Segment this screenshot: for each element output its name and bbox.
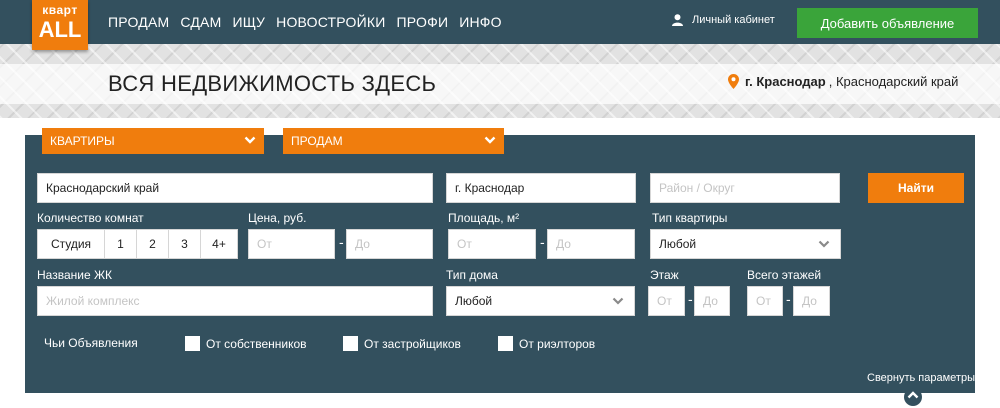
chevron-down-icon — [612, 297, 624, 305]
collapse-handle[interactable] — [904, 388, 922, 406]
checkbox-realtors-box[interactable] — [498, 336, 513, 351]
house-type-label: Тип дома — [446, 268, 498, 282]
area-from-input[interactable]: От — [448, 229, 536, 259]
checkbox-owners[interactable]: От собственников — [185, 336, 307, 351]
room-option-studio[interactable]: Студия — [37, 229, 105, 259]
price-dash: - — [339, 234, 344, 250]
price-from-input[interactable]: От — [248, 229, 335, 259]
owners-label: Чьи Объявления — [44, 336, 138, 350]
checkbox-realtors-label: От риэлторов — [519, 336, 596, 351]
nav-item-new-buildings[interactable]: НОВОСТРОЙКИ — [276, 14, 385, 30]
collapse-params-link[interactable]: Свернуть параметры — [867, 372, 975, 384]
checkbox-developers-box[interactable] — [343, 336, 358, 351]
district-input[interactable]: Район / Округ — [650, 173, 840, 203]
area-label: Площадь, м² — [448, 211, 520, 225]
property-type-value: КВАРТИРЫ — [50, 134, 115, 148]
checkbox-developers-label: От застройщиков — [364, 336, 461, 351]
chevron-down-icon — [244, 136, 256, 144]
room-option-1[interactable]: 1 — [104, 229, 137, 259]
total-floors-label: Всего этажей — [747, 268, 822, 282]
nav-item-search[interactable]: ИЩУ — [232, 14, 265, 30]
floor-from-input[interactable]: От — [648, 286, 685, 316]
site-logo[interactable]: кварт ALL — [32, 0, 88, 50]
total-floors-dash: - — [786, 291, 791, 307]
top-header: кварт ALL ПРОДАМ СДАМ ИЩУ НОВОСТРОЙКИ ПР… — [0, 0, 1000, 50]
nav-item-pro[interactable]: ПРОФИ — [397, 14, 449, 30]
total-floors-to-input[interactable]: До — [793, 286, 830, 316]
cabinet-label: Личный кабинет — [692, 14, 775, 26]
nav-item-info[interactable]: ИНФО — [459, 14, 502, 30]
checkbox-developers[interactable]: От застройщиков — [343, 336, 461, 351]
apartment-type-label: Тип квартиры — [652, 211, 728, 225]
deal-type-dropdown[interactable]: ПРОДАМ — [283, 128, 504, 154]
house-type-value: Любой — [455, 294, 493, 308]
checkbox-realtors[interactable]: От риэлторов — [498, 336, 595, 351]
main-nav: ПРОДАМ СДАМ ИЩУ НОВОСТРОЙКИ ПРОФИ ИНФО — [108, 0, 513, 44]
deal-type-value: ПРОДАМ — [291, 134, 343, 148]
nav-item-rent[interactable]: СДАМ — [180, 14, 221, 30]
complex-label: Название ЖК — [37, 268, 113, 282]
cabinet-link[interactable]: Личный кабинет — [672, 14, 775, 26]
floor-to-input[interactable]: До — [694, 286, 730, 316]
location-pin-icon — [728, 74, 739, 89]
page-title: ВСЯ НЕДВИЖИМОСТЬ ЗДЕСЬ — [108, 71, 437, 96]
logo-line1: кварт — [42, 3, 78, 17]
apartment-type-select[interactable]: Любой — [650, 229, 841, 259]
rooms-label: Количество комнат — [37, 211, 144, 225]
price-to-input[interactable]: До — [346, 229, 433, 259]
room-option-2[interactable]: 2 — [136, 229, 169, 259]
apartment-type-value: Любой — [659, 237, 697, 251]
checkbox-owners-box[interactable] — [185, 336, 200, 351]
location-city: г. Краснодар — [745, 74, 826, 89]
price-label: Цена, руб. — [248, 211, 307, 225]
logo-line2: ALL — [38, 17, 82, 42]
city-input[interactable]: г. Краснодар — [446, 173, 636, 203]
chevron-down-icon — [818, 240, 830, 248]
rooms-selector: Студия 1 2 3 4+ — [37, 229, 238, 259]
add-listing-button[interactable]: Добавить объявление — [797, 8, 978, 38]
user-icon — [672, 14, 683, 26]
hero-banner: ВСЯ НЕДВИЖИМОСТЬ ЗДЕСЬ г. Краснодар , Кр… — [0, 44, 1000, 118]
room-option-4plus[interactable]: 4+ — [200, 229, 238, 259]
house-type-select[interactable]: Любой — [446, 286, 635, 316]
location-region: , Краснодарский край — [828, 74, 959, 89]
nav-item-sell[interactable]: ПРОДАМ — [108, 14, 169, 30]
search-button[interactable]: Найти — [868, 173, 964, 203]
floor-dash: - — [688, 291, 693, 307]
region-input[interactable]: Краснодарский край — [37, 173, 433, 203]
chevron-down-icon — [484, 136, 496, 144]
location-selector[interactable]: г. Краснодар , Краснодарский край — [728, 74, 958, 89]
checkbox-owners-label: От собственников — [206, 336, 307, 351]
chevron-up-icon — [907, 391, 919, 399]
room-option-3[interactable]: 3 — [168, 229, 201, 259]
area-dash: - — [540, 234, 545, 250]
property-type-dropdown[interactable]: КВАРТИРЫ — [42, 128, 264, 154]
area-to-input[interactable]: До — [547, 229, 635, 259]
complex-name-input[interactable]: Жилой комплекс — [37, 286, 433, 316]
total-floors-from-input[interactable]: От — [747, 286, 783, 316]
floor-label: Этаж — [650, 268, 679, 282]
